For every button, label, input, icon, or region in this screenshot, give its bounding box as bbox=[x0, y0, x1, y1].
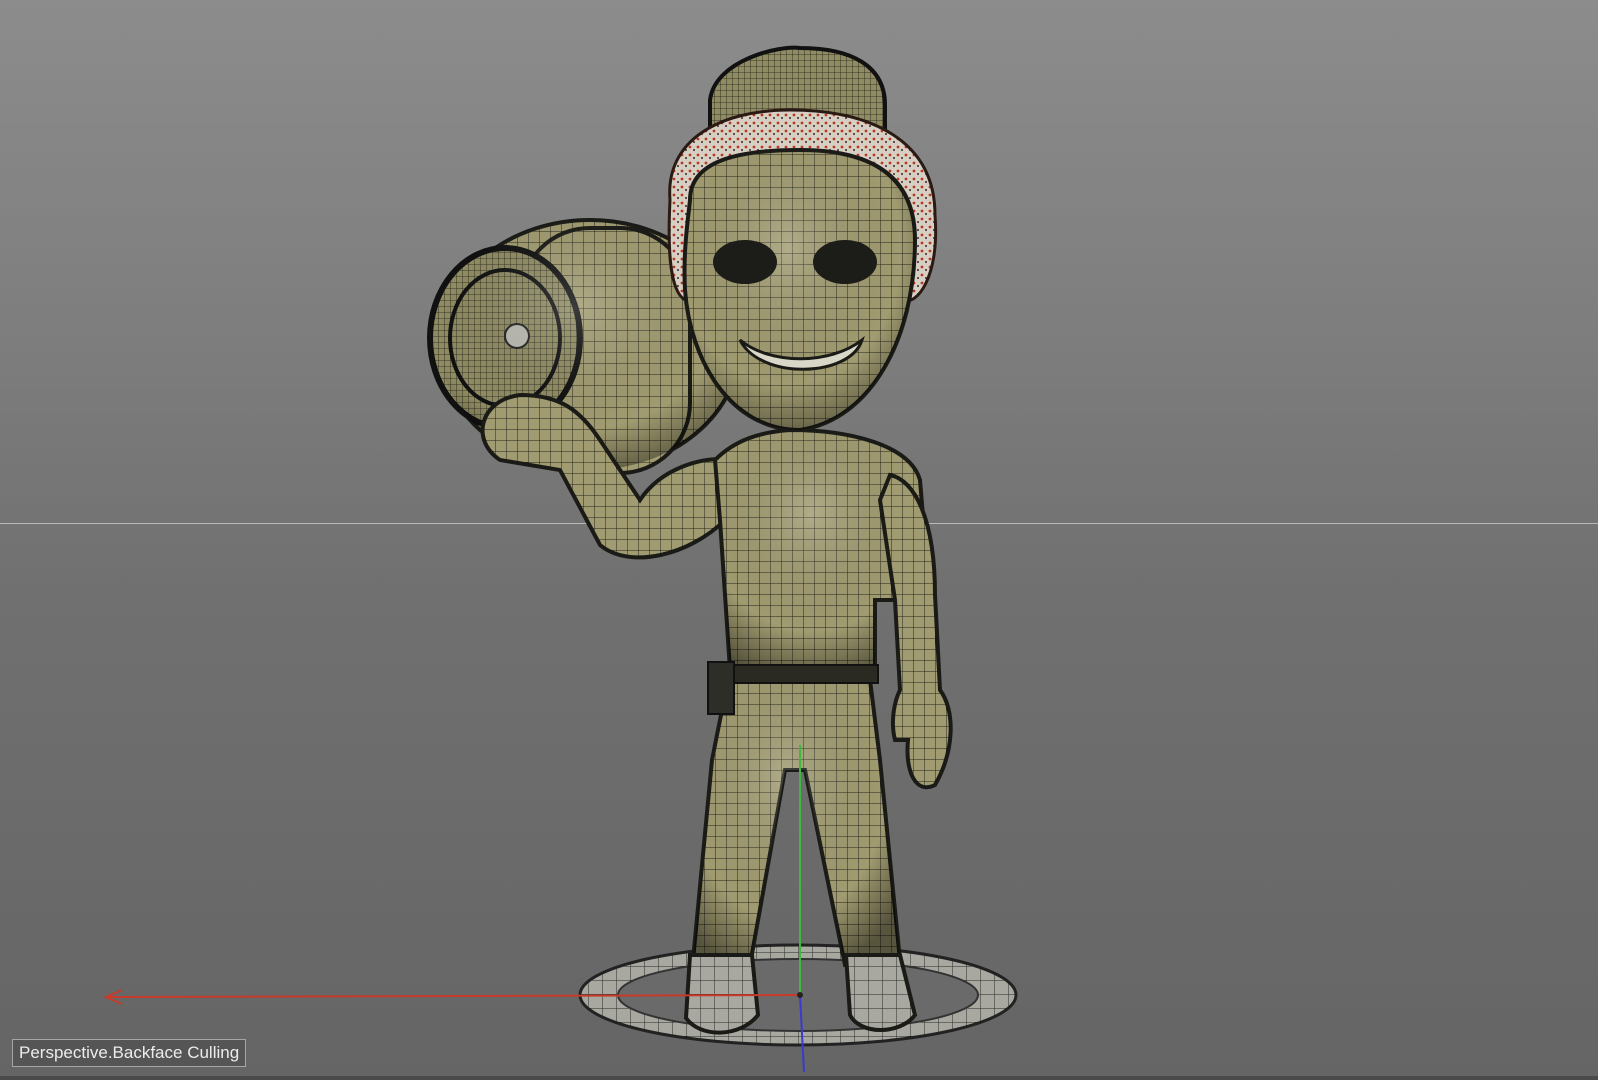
viewport-mode-label[interactable]: Perspective.Backface Culling bbox=[12, 1039, 247, 1067]
3d-viewport[interactable]: Perspective.Backface Culling bbox=[0, 0, 1598, 1080]
scene-canvas[interactable] bbox=[0, 0, 1598, 1080]
right-arm-mesh[interactable] bbox=[877, 472, 953, 790]
viewport-bottom-border bbox=[0, 1076, 1598, 1080]
legs-mesh[interactable] bbox=[690, 678, 903, 968]
head-mesh[interactable] bbox=[667, 45, 938, 433]
